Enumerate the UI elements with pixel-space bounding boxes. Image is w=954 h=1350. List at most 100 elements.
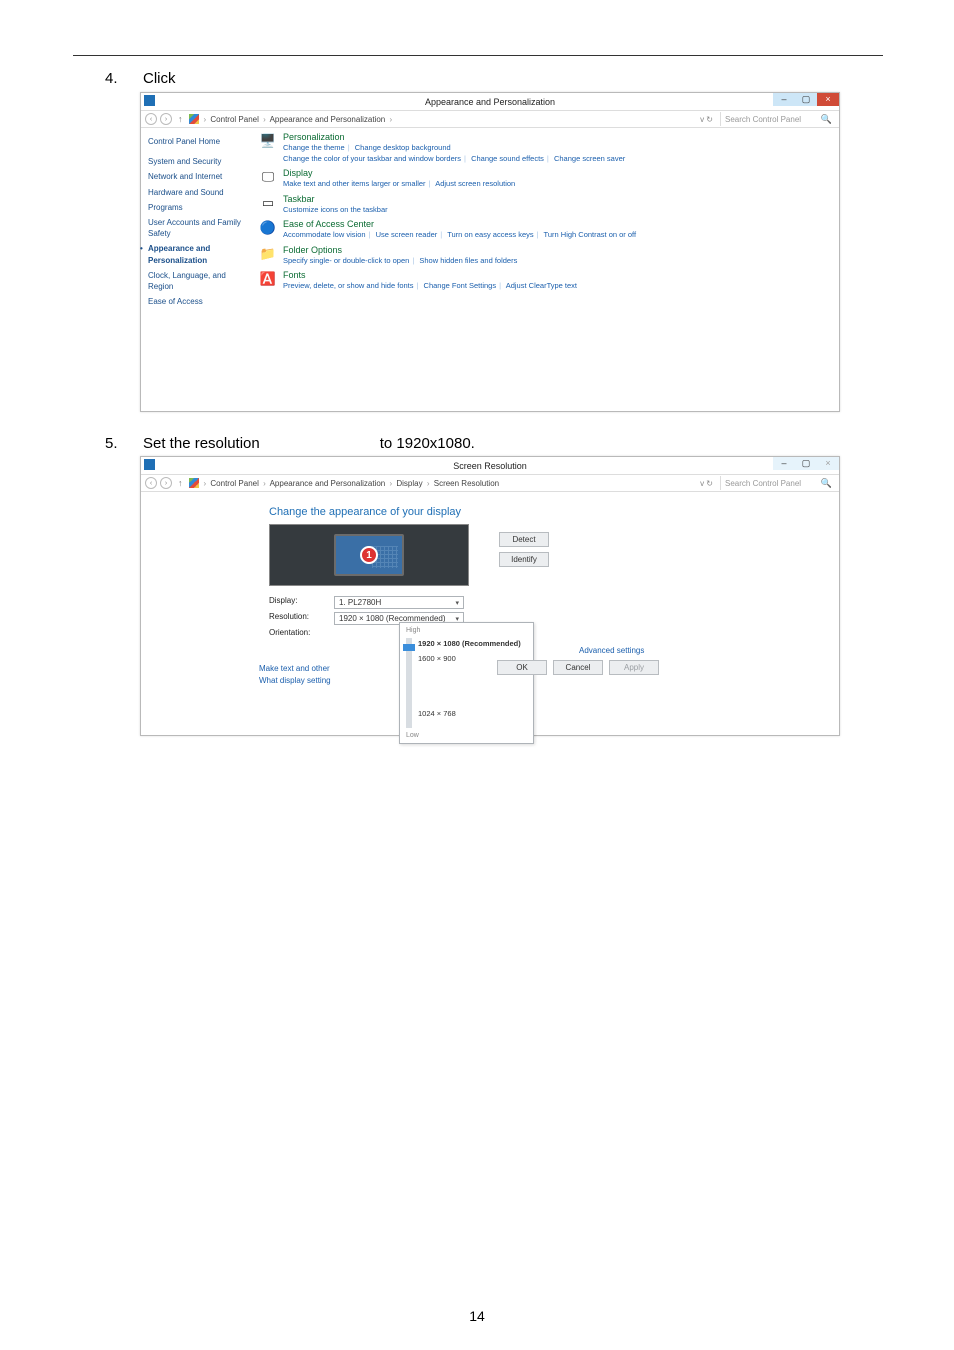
link[interactable]: Use screen reader: [376, 230, 438, 239]
link[interactable]: Specify single- or double-click to open: [283, 256, 409, 265]
search-icon[interactable]: 🔍: [821, 114, 835, 125]
sidebar-item-home[interactable]: Control Panel Home: [146, 134, 254, 149]
step-5-number: 5.: [105, 435, 143, 452]
cat-title[interactable]: Taskbar: [283, 194, 388, 204]
res-option-1[interactable]: 1920 × 1080 (Recommended): [418, 639, 521, 648]
window-title: Appearance and Personalization: [425, 97, 555, 107]
slider-thumb[interactable]: [403, 644, 415, 651]
window-buttons: – ▢ ×: [773, 457, 839, 472]
link[interactable]: Make text and other items larger or smal…: [283, 179, 426, 188]
display-dropdown[interactable]: 1. PL2780H ▾: [334, 596, 464, 609]
address-bar: ‹ › ↑ › Control Panel › Appearance and P…: [141, 474, 839, 492]
cat-fonts: 🅰️ Fonts Preview, delete, or show and hi…: [259, 270, 831, 292]
window-icon: [144, 459, 155, 470]
maximize-button[interactable]: ▢: [795, 93, 817, 106]
search-icon[interactable]: 🔍: [821, 478, 835, 489]
link[interactable]: Change the theme: [283, 143, 345, 152]
cat-title[interactable]: Ease of Access Center: [283, 219, 636, 229]
maximize-button[interactable]: ▢: [795, 457, 817, 470]
cat-title[interactable]: Folder Options: [283, 245, 517, 255]
sidebar-item-clock[interactable]: Clock, Language, and Region: [146, 268, 254, 294]
cat-title[interactable]: Display: [283, 168, 515, 178]
cancel-button[interactable]: Cancel: [553, 660, 603, 675]
orientation-row: Orientation:: [269, 628, 829, 637]
breadcrumb-seg[interactable]: Screen Resolution: [434, 479, 499, 488]
breadcrumb-seg[interactable]: Display: [396, 479, 422, 488]
appearance-window: Appearance and Personalization – ▢ × ‹ ›…: [140, 92, 840, 412]
breadcrumb-seg[interactable]: Control Panel: [210, 479, 258, 488]
link[interactable]: Change desktop background: [355, 143, 451, 152]
res-option-3[interactable]: 1024 × 768: [418, 709, 521, 718]
link[interactable]: Adjust screen resolution: [435, 179, 515, 188]
up-button[interactable]: ↑: [175, 114, 186, 124]
identify-button[interactable]: Identify: [499, 552, 549, 567]
monitor-preview: 1: [269, 524, 469, 586]
link[interactable]: Customize icons on the taskbar: [283, 205, 388, 214]
back-button[interactable]: ‹: [145, 113, 157, 125]
dialog-buttons: OK Cancel Apply: [497, 660, 659, 675]
back-button[interactable]: ‹: [145, 477, 157, 489]
refresh-button[interactable]: v ↻: [696, 479, 717, 488]
sidebar-item-programs[interactable]: Programs: [146, 200, 254, 215]
titlebar: Screen Resolution – ▢ ×: [141, 457, 839, 474]
link[interactable]: Turn High Contrast on or off: [544, 230, 637, 239]
ok-button[interactable]: OK: [497, 660, 547, 675]
search-placeholder: Search Control Panel: [725, 479, 801, 488]
window-buttons: – ▢ ×: [773, 93, 839, 108]
breadcrumb[interactable]: › Control Panel › Appearance and Persona…: [202, 479, 694, 488]
breadcrumb-seg[interactable]: Control Panel: [210, 115, 258, 124]
link[interactable]: Adjust ClearType text: [506, 281, 577, 290]
resolution-window: Screen Resolution – ▢ × ‹ › ↑ › Control …: [140, 456, 840, 736]
resolution-label: Resolution:: [269, 612, 334, 625]
step-5-text-a: Set the resolution: [143, 435, 260, 452]
search-box[interactable]: Search Control Panel 🔍: [720, 112, 835, 126]
link[interactable]: Change sound effects: [471, 154, 544, 163]
sidebar-item-system[interactable]: System and Security: [146, 154, 254, 169]
apply-button[interactable]: Apply: [609, 660, 659, 675]
minimize-button[interactable]: –: [773, 457, 795, 470]
resolution-slider[interactable]: [406, 638, 412, 728]
ease-icon: 🔵: [259, 219, 277, 237]
breadcrumb-seg[interactable]: Appearance and Personalization: [270, 479, 386, 488]
link[interactable]: Accommodate low vision: [283, 230, 366, 239]
search-box[interactable]: Search Control Panel 🔍: [720, 476, 835, 490]
sidebar-item-ease[interactable]: Ease of Access: [146, 294, 254, 309]
display-label: Display:: [269, 596, 334, 609]
monitor-number-badge: 1: [360, 546, 378, 564]
text-size-link[interactable]: Make text and other: [259, 664, 330, 673]
breadcrumb[interactable]: › Control Panel › Appearance and Persona…: [202, 115, 694, 124]
advanced-settings-link[interactable]: Advanced settings: [579, 646, 644, 655]
display-setting-link[interactable]: What display setting: [259, 676, 331, 685]
cat-folder-options: 📁 Folder Options Specify single- or doub…: [259, 245, 831, 267]
link[interactable]: Preview, delete, or show and hide fonts: [283, 281, 414, 290]
sidebar-item-hardware[interactable]: Hardware and Sound: [146, 185, 254, 200]
link[interactable]: Turn on easy access keys: [447, 230, 533, 239]
step-4-text: Click: [143, 70, 176, 87]
sidebar-item-accounts[interactable]: User Accounts and Family Safety: [146, 215, 254, 241]
close-button[interactable]: ×: [817, 93, 839, 106]
minimize-button[interactable]: –: [773, 93, 795, 106]
taskbar-icon: ▭: [259, 194, 277, 212]
resolution-panel: Change the appearance of your display 1 …: [259, 492, 839, 735]
link[interactable]: Change Font Settings: [424, 281, 497, 290]
popup-low-label: Low: [406, 732, 527, 739]
page-number: 14: [0, 1308, 954, 1324]
search-placeholder: Search Control Panel: [725, 115, 801, 124]
chevron-down-icon: ▾: [455, 599, 459, 607]
cat-title[interactable]: Fonts: [283, 270, 577, 280]
breadcrumb-seg[interactable]: Appearance and Personalization: [270, 115, 386, 124]
forward-button[interactable]: ›: [160, 477, 172, 489]
link[interactable]: Change screen saver: [554, 154, 625, 163]
refresh-button[interactable]: v ↻: [696, 115, 717, 124]
monitor-icon[interactable]: 1: [334, 534, 404, 576]
detect-button[interactable]: Detect: [499, 532, 549, 547]
close-button[interactable]: ×: [817, 457, 839, 470]
cat-title[interactable]: Personalization: [283, 132, 625, 142]
link[interactable]: Show hidden files and folders: [419, 256, 517, 265]
link[interactable]: Change the color of your taskbar and win…: [283, 154, 461, 163]
forward-button[interactable]: ›: [160, 113, 172, 125]
sidebar-item-appearance[interactable]: Appearance and Personalization: [146, 241, 254, 267]
sidebar-item-network[interactable]: Network and Internet: [146, 169, 254, 184]
up-button[interactable]: ↑: [175, 478, 186, 488]
panel-heading: Change the appearance of your display: [269, 506, 829, 518]
